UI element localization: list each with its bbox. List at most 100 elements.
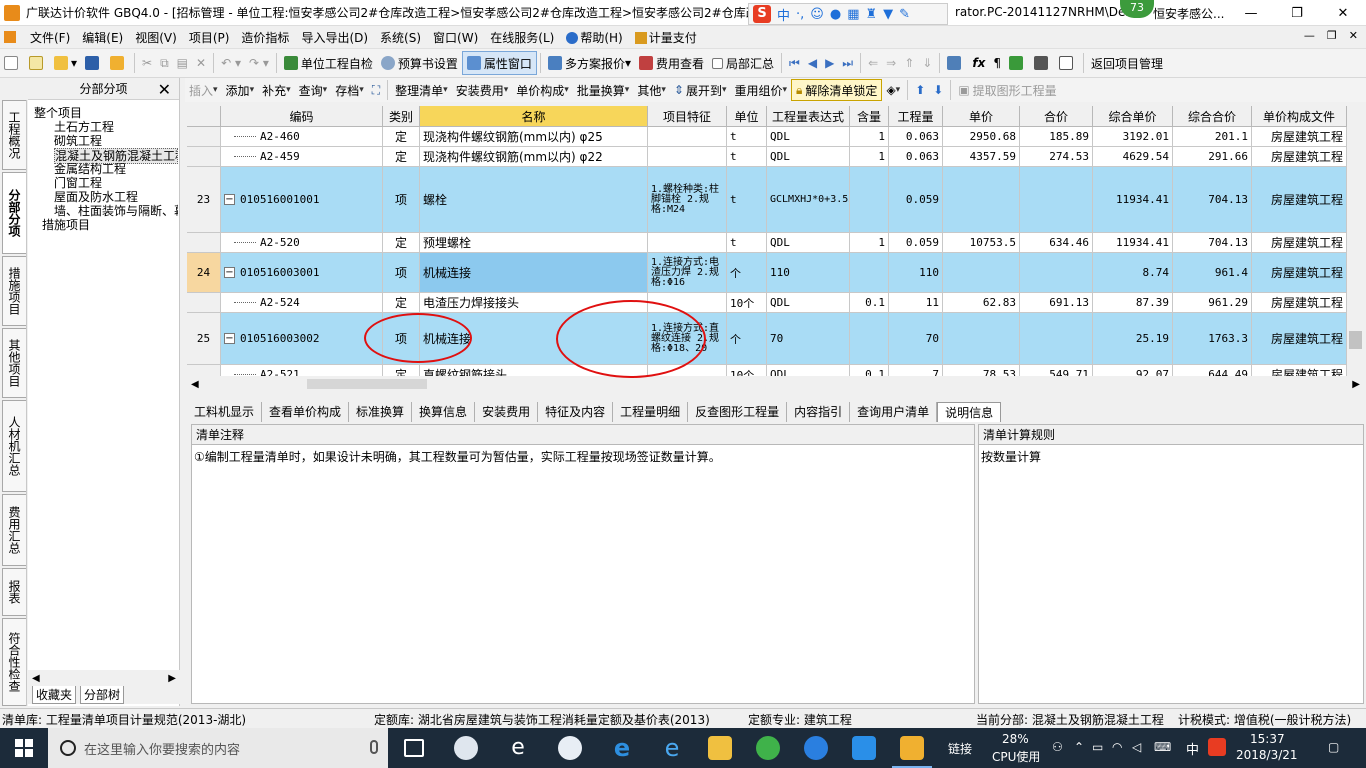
- tab-content-guide[interactable]: 内容指引: [787, 402, 851, 422]
- cell-feature[interactable]: [648, 233, 727, 253]
- cell-price[interactable]: [943, 313, 1020, 365]
- column-header[interactable]: 综合单价: [1093, 106, 1173, 127]
- cell-total[interactable]: 274.53: [1020, 147, 1093, 167]
- cell-qty[interactable]: 70: [889, 313, 943, 365]
- menu-help[interactable]: 帮助(H): [560, 29, 628, 46]
- close-icon[interactable]: ✕: [158, 80, 171, 99]
- column-header[interactable]: 编码: [221, 106, 383, 127]
- tab-standard-convert[interactable]: 标准换算: [349, 402, 413, 422]
- mdi-close-button[interactable]: ✕: [1349, 29, 1358, 42]
- cell-code[interactable]: −010516003001: [221, 253, 383, 293]
- column-header[interactable]: [187, 106, 221, 127]
- quota-row[interactable]: A2-521 定直螺纹钢筋接头 10个 QDL 0.1 7 78.53 549.71 92.07…: [187, 365, 1347, 376]
- tray-network-icon[interactable]: ◠: [1112, 740, 1122, 754]
- wechat-icon[interactable]: [756, 736, 780, 760]
- calc-rules-body[interactable]: 按数量计算: [979, 445, 1363, 469]
- cell-file[interactable]: 房屋建筑工程: [1252, 147, 1347, 167]
- cell-qty[interactable]: 11: [889, 293, 943, 313]
- supplement-button[interactable]: 补充: [258, 79, 295, 101]
- paint-icon[interactable]: ◈: [882, 79, 904, 101]
- redo-icon[interactable]: ↷ ▾: [245, 51, 273, 75]
- cell-name[interactable]: 现浇构件螺纹钢筋(mm以内) φ22: [420, 147, 648, 167]
- cell-price[interactable]: 10753.5: [943, 233, 1020, 253]
- task-view-icon[interactable]: [404, 739, 424, 757]
- new-icon[interactable]: [0, 51, 25, 75]
- cell-content[interactable]: 1: [850, 127, 889, 147]
- cell-content[interactable]: 0.1: [850, 365, 889, 376]
- tree-item-metal-structure[interactable]: 金属结构工程: [54, 162, 126, 176]
- cell-content[interactable]: 0.1: [850, 293, 889, 313]
- cell-code[interactable]: A2-459: [221, 147, 383, 167]
- menu-project[interactable]: 项目(P): [183, 29, 236, 46]
- cell-unit[interactable]: t: [727, 233, 767, 253]
- cell-price[interactable]: 4357.59: [943, 147, 1020, 167]
- cell-qty[interactable]: 7: [889, 365, 943, 376]
- cell-expr[interactable]: QDL: [767, 365, 850, 376]
- cell-type[interactable]: 项: [383, 253, 420, 293]
- tray-battery-icon[interactable]: ▭: [1092, 740, 1103, 754]
- cell-type[interactable]: 定: [383, 127, 420, 147]
- add-button[interactable]: 添加: [222, 79, 259, 101]
- cell-uprice[interactable]: 3192.01: [1093, 127, 1173, 147]
- move-up-icon[interactable]: ⇑: [900, 51, 918, 75]
- tshirt-icon[interactable]: ▼: [883, 7, 893, 22]
- fee-view-button[interactable]: 费用查看: [635, 51, 708, 75]
- action-center-icon[interactable]: ▢: [1328, 740, 1339, 754]
- paragraph-icon[interactable]: ¶: [989, 51, 1005, 75]
- cell-num[interactable]: 25: [187, 313, 221, 365]
- cell-file[interactable]: 房屋建筑工程: [1252, 365, 1347, 376]
- expand-to-button[interactable]: ⇕ 展开到: [670, 79, 731, 101]
- clock-time[interactable]: 15:37: [1250, 732, 1285, 746]
- cell-uprice[interactable]: 87.39: [1093, 293, 1173, 313]
- cell-total[interactable]: 691.13: [1020, 293, 1093, 313]
- query-button[interactable]: 查询: [295, 79, 332, 101]
- budget-settings-button[interactable]: 预算书设置: [377, 51, 462, 75]
- cell-feature[interactable]: 1.连接方式:电渣压力焊 2.规格:Φ16: [648, 253, 727, 293]
- browser-g-icon[interactable]: [804, 736, 828, 760]
- scroll-right-icon[interactable]: ▶: [1352, 379, 1360, 390]
- mic-icon[interactable]: [370, 740, 378, 754]
- keyboard-icon[interactable]: ▦: [847, 7, 859, 22]
- cell-code[interactable]: A2-524: [221, 293, 383, 313]
- cell-utotal[interactable]: 961.4: [1173, 253, 1252, 293]
- notification-badge[interactable]: 73: [1120, 0, 1154, 18]
- unlock-list-button[interactable]: 🔒︎ 解除清单锁定: [791, 79, 883, 101]
- menu-edit[interactable]: 编辑(E): [76, 29, 129, 46]
- cell-num[interactable]: [187, 127, 221, 147]
- cell-price[interactable]: [943, 167, 1020, 233]
- cell-total[interactable]: [1020, 313, 1093, 365]
- cell-num[interactable]: 23: [187, 167, 221, 233]
- cell-expr[interactable]: QDL: [767, 233, 850, 253]
- tab-measures[interactable]: 措施项目: [2, 256, 26, 326]
- tab-other-items[interactable]: 其他项目: [2, 328, 26, 398]
- cell-type[interactable]: 定: [383, 147, 420, 167]
- tab-labor-material-summary[interactable]: 人材机汇总: [2, 400, 26, 492]
- bill-item-row[interactable]: 24−010516003001 项机械连接 1.连接方式:电渣压力焊 2.规格:Φ1…: [187, 253, 1347, 293]
- column-header[interactable]: 合价: [1020, 106, 1093, 127]
- paste-icon[interactable]: ▤: [173, 51, 192, 75]
- back-to-project-button[interactable]: 返回项目管理: [1087, 51, 1167, 75]
- tab-install-fee[interactable]: 安装费用: [475, 402, 539, 422]
- ime-lang[interactable]: 中: [777, 5, 790, 24]
- organize-list-button[interactable]: 整理清单: [391, 79, 452, 101]
- list-icon[interactable]: [1055, 51, 1080, 75]
- smile-icon[interactable]: ☺: [810, 7, 824, 22]
- ime-toolbar[interactable]: S 中 ·, ☺ ● ▦ ♜ ▼ ✎: [748, 3, 948, 25]
- cell-code[interactable]: A2-521: [221, 365, 383, 376]
- cell-total[interactable]: 185.89: [1020, 127, 1093, 147]
- undo-icon[interactable]: ↶ ▾: [217, 51, 245, 75]
- new-project-icon[interactable]: [25, 51, 50, 75]
- move-down-icon[interactable]: ⇓: [918, 51, 936, 75]
- cell-code[interactable]: A2-460: [221, 127, 383, 147]
- cell-uprice[interactable]: 4629.54: [1093, 147, 1173, 167]
- cell-num[interactable]: [187, 233, 221, 253]
- quota-row[interactable]: A2-460 定现浇构件螺纹钢筋(mm以内) φ25 t QDL 1 0.063 2950.…: [187, 127, 1347, 147]
- tab-description[interactable]: 说明信息: [937, 402, 1002, 422]
- cell-content[interactable]: 1: [850, 147, 889, 167]
- cell-code[interactable]: A2-520: [221, 233, 383, 253]
- collapse-icon[interactable]: −: [224, 194, 235, 205]
- cell-uprice[interactable]: 8.74: [1093, 253, 1173, 293]
- mic-icon[interactable]: ●: [830, 7, 841, 22]
- minimize-button[interactable]: —: [1228, 0, 1274, 26]
- formula-icon[interactable]: fx: [968, 51, 989, 75]
